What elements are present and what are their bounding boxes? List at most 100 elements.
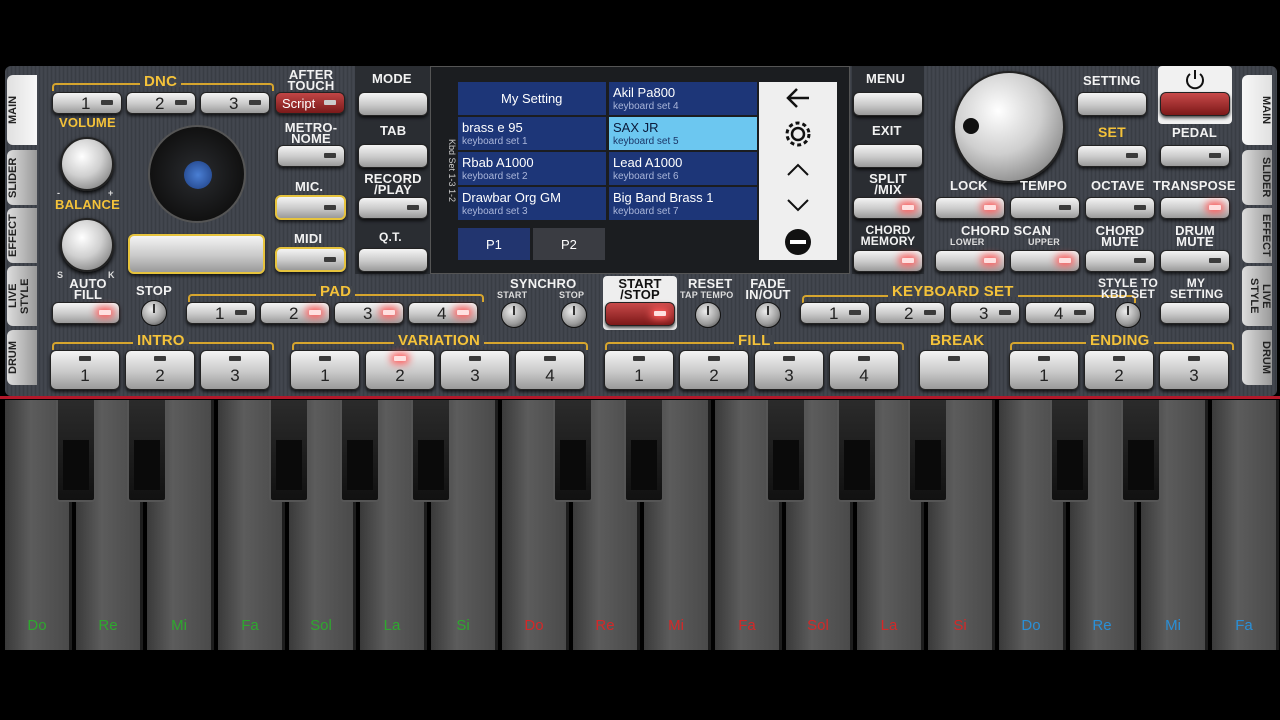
pad-button-2[interactable]: 2 — [260, 302, 330, 324]
lock-button[interactable] — [935, 197, 1005, 219]
touch-pad[interactable] — [128, 234, 265, 274]
keyboard-set-button-1[interactable]: 1 — [800, 302, 870, 324]
tab-slider-left[interactable]: SLIDER — [7, 150, 37, 205]
kbd-set-cell[interactable]: Drawbar Org GM keyboard set 3 — [458, 187, 606, 220]
pitch-joystick[interactable] — [148, 125, 246, 223]
intro-button-1[interactable]: 1 — [50, 350, 120, 390]
style-to-kbd-set-knob[interactable] — [1115, 302, 1141, 328]
tab-main-right[interactable]: MAIN — [1242, 75, 1272, 145]
keyboard-set-button-3[interactable]: 3 — [950, 302, 1020, 324]
pad-button-3[interactable]: 3 — [334, 302, 404, 324]
dnc-button-1[interactable]: 1 — [52, 92, 122, 114]
stop-knob[interactable] — [141, 300, 167, 326]
black-key[interactable] — [1050, 400, 1090, 502]
black-key[interactable] — [56, 400, 96, 502]
keyboard-set-button-4[interactable]: 4 — [1025, 302, 1095, 324]
power-button[interactable] — [1160, 92, 1230, 116]
start-stop-button[interactable] — [605, 302, 675, 326]
fill-button-1[interactable]: 1 — [604, 350, 674, 390]
transpose-button[interactable] — [1160, 197, 1230, 219]
volume-knob[interactable] — [60, 137, 114, 191]
record-play-button[interactable] — [358, 197, 428, 219]
black-key[interactable] — [766, 400, 806, 502]
kbd-set-cell[interactable]: brass e 95 keyboard set 1 — [458, 117, 606, 150]
drum-mute-button[interactable] — [1160, 250, 1230, 272]
black-key[interactable] — [340, 400, 380, 502]
my-setting-button[interactable] — [1160, 302, 1230, 324]
black-key[interactable] — [269, 400, 309, 502]
exit-button[interactable] — [853, 144, 923, 168]
octave-button[interactable] — [1085, 197, 1155, 219]
mode-button[interactable] — [358, 92, 428, 116]
ending-button-2[interactable]: 2 — [1084, 350, 1154, 390]
variation-button-2[interactable]: 2 — [365, 350, 435, 390]
kbd-set-cell-selected[interactable]: SAX JR keyboard set 5 — [609, 117, 757, 150]
black-key[interactable] — [624, 400, 664, 502]
tab-button[interactable] — [358, 144, 428, 168]
midi-button[interactable] — [275, 247, 346, 272]
set-button[interactable] — [1077, 145, 1147, 167]
kbd-set-cell[interactable]: Big Band Brass 1 keyboard set 7 — [609, 187, 757, 220]
reset-knob[interactable] — [695, 302, 721, 328]
chord-scan-lower-button[interactable] — [935, 250, 1005, 272]
intro-button-2[interactable]: 2 — [125, 350, 195, 390]
ending-button-1[interactable]: 1 — [1009, 350, 1079, 390]
black-key[interactable] — [837, 400, 877, 502]
data-dial-knob[interactable] — [953, 71, 1065, 183]
variation-button-3[interactable]: 3 — [440, 350, 510, 390]
kbd-set-cell[interactable]: Akil Pa800 keyboard set 4 — [609, 82, 757, 115]
balance-knob[interactable] — [60, 218, 114, 272]
auto-fill-button[interactable] — [52, 302, 120, 324]
synchro-stop-knob[interactable] — [561, 302, 587, 328]
page-tab-p2[interactable]: P2 — [533, 228, 605, 260]
minus-circle-icon[interactable] — [760, 224, 836, 260]
chevron-up-icon[interactable] — [760, 152, 836, 188]
tab-live-style-left[interactable]: LIVE STYLE — [7, 266, 37, 326]
dnc-button-3[interactable]: 3 — [200, 92, 270, 114]
white-key[interactable]: Fa — [1212, 400, 1279, 650]
dnc-button-2[interactable]: 2 — [126, 92, 196, 114]
gear-icon[interactable] — [760, 116, 836, 152]
black-key[interactable] — [411, 400, 451, 502]
chord-memory-button[interactable] — [853, 250, 923, 272]
intro-button-3[interactable]: 3 — [200, 350, 270, 390]
black-key[interactable] — [553, 400, 593, 502]
variation-button-1[interactable]: 1 — [290, 350, 360, 390]
kbd-set-cell[interactable]: Lead A1000 keyboard set 6 — [609, 152, 757, 185]
metronome-button[interactable] — [277, 145, 345, 167]
tab-slider-right[interactable]: SLIDER — [1242, 150, 1272, 205]
kbd-set-cell[interactable]: Rbab A1000 keyboard set 2 — [458, 152, 606, 185]
power-icon[interactable] — [1184, 69, 1206, 91]
break-button[interactable] — [919, 350, 989, 390]
page-tab-p1[interactable]: P1 — [458, 228, 530, 260]
menu-button[interactable] — [853, 92, 923, 116]
black-key[interactable] — [127, 400, 167, 502]
fill-button-4[interactable]: 4 — [829, 350, 899, 390]
split-mix-button[interactable] — [853, 197, 923, 219]
fill-button-3[interactable]: 3 — [754, 350, 824, 390]
script-button[interactable]: Script — [275, 92, 345, 114]
pedal-button[interactable] — [1160, 145, 1230, 167]
fill-button-2[interactable]: 2 — [679, 350, 749, 390]
setting-button[interactable] — [1077, 92, 1147, 116]
tab-effect-left[interactable]: EFFECT — [7, 208, 37, 263]
mic-button[interactable] — [275, 195, 346, 220]
ending-button-3[interactable]: 3 — [1159, 350, 1229, 390]
qt-button[interactable] — [358, 248, 428, 272]
tempo-button[interactable] — [1010, 197, 1080, 219]
keyboard-set-button-2[interactable]: 2 — [875, 302, 945, 324]
pad-button-4[interactable]: 4 — [408, 302, 478, 324]
fade-knob[interactable] — [755, 302, 781, 328]
kbd-set-cell-my-setting[interactable]: My Setting — [458, 82, 606, 115]
chord-mute-button[interactable] — [1085, 250, 1155, 272]
tab-live-style-right[interactable]: LIVE STYLE — [1242, 266, 1272, 326]
black-key[interactable] — [1121, 400, 1161, 502]
tab-main-left[interactable]: MAIN — [7, 75, 37, 145]
pad-button-1[interactable]: 1 — [186, 302, 256, 324]
tab-drum-right[interactable]: DRUM — [1242, 330, 1272, 385]
tab-drum-left[interactable]: DRUM — [7, 330, 37, 385]
black-key[interactable] — [908, 400, 948, 502]
synchro-start-knob[interactable] — [501, 302, 527, 328]
variation-button-4[interactable]: 4 — [515, 350, 585, 390]
chevron-down-icon[interactable] — [760, 187, 836, 223]
